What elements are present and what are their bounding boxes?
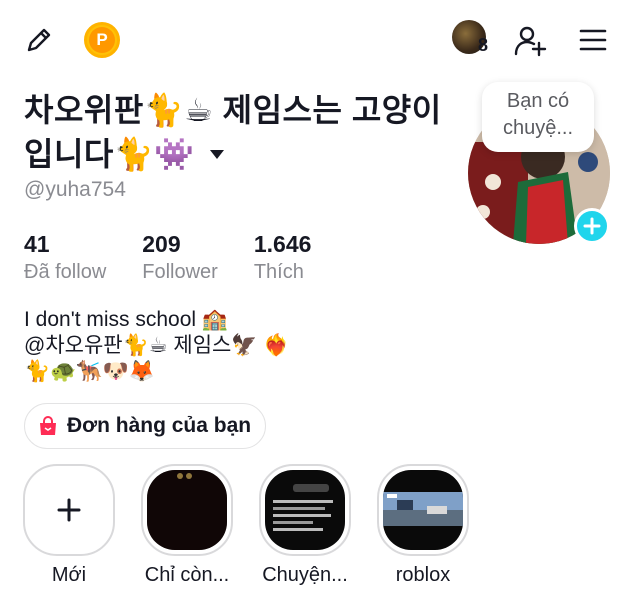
shopping-bag-icon (40, 416, 56, 435)
bio-line: 🐈🐢🐕‍🦺🐶🦊 (24, 360, 155, 383)
highlight-label: Chuyện... (262, 564, 348, 586)
add-friend-button[interactable] (514, 24, 548, 58)
stat-value: 1.646 (253, 231, 312, 257)
stat-label: Thích (253, 261, 304, 283)
stat-label: Follower (142, 261, 218, 283)
username: @yuha754 (24, 178, 126, 201)
highlight-thumbnail (383, 470, 463, 550)
your-orders-button[interactable]: Đơn hàng của bạn (24, 403, 267, 449)
highlight-cover-image (147, 470, 227, 550)
highlight-label: roblox (395, 564, 451, 586)
highlight-ring (377, 464, 469, 556)
highlight-thumbnail (265, 470, 345, 550)
profile-stats: 41 Đã follow 209 Follower 1.646 Thích (24, 230, 311, 286)
avatar-note-bubble[interactable]: Bạn có chuyệ... (482, 82, 594, 152)
highlight-item[interactable]: Chuyện... (258, 464, 352, 587)
story-highlights: Mới Chỉ còn... Chuyện... roblox (22, 464, 470, 587)
bio-line: I don't miss school 🏫 (24, 308, 229, 331)
hamburger-menu-icon (579, 29, 607, 51)
stat-followers[interactable]: 209 Follower (142, 230, 218, 286)
orders-label: Đơn hàng của bạn (67, 414, 252, 437)
bio-line: @차오유판🐈☕ 제임스🦅 ❤️‍🔥 (24, 334, 290, 357)
points-icon: P (89, 27, 115, 53)
stat-value: 41 (24, 231, 50, 257)
highlight-ring (23, 464, 115, 556)
add-story-button[interactable] (574, 208, 610, 244)
highlight-label: Chỉ còn... (144, 564, 230, 586)
highlight-item[interactable]: roblox (376, 464, 470, 587)
friends-count: 8 (478, 35, 489, 55)
plus-icon (583, 217, 601, 235)
stat-likes[interactable]: 1.646 Thích (254, 230, 312, 286)
display-name-line2: 입니다🐈👾 (24, 136, 195, 172)
stat-following[interactable]: 41 Đã follow (24, 230, 106, 286)
friends-button[interactable]: 8 (452, 20, 492, 60)
points-button[interactable]: P (84, 22, 120, 58)
highlight-label: Mới (51, 564, 87, 586)
highlight-new[interactable]: Mới (22, 464, 116, 587)
display-name-line1: 차오위판🐈☕ 제임스는 고양이 (24, 92, 442, 128)
plus-icon (57, 498, 81, 522)
account-switch-caret-icon[interactable] (203, 140, 231, 168)
highlight-cover-image (383, 492, 463, 526)
highlight-item[interactable]: Chỉ còn... (140, 464, 234, 587)
top-bar: P 8 (0, 0, 633, 80)
edit-profile-button[interactable] (24, 25, 54, 55)
highlight-thumbnail (147, 470, 227, 550)
highlight-cover-image (273, 484, 333, 531)
display-name: 차오위판🐈☕ 제임스는 고양이 입니다🐈👾 (24, 88, 464, 176)
highlight-ring (141, 464, 233, 556)
add-user-icon (514, 26, 547, 57)
pencil-icon (27, 28, 51, 52)
menu-button[interactable] (578, 25, 608, 55)
stat-value: 209 (142, 231, 181, 257)
bio: I don't miss school 🏫 @차오유판🐈☕ 제임스🦅 ❤️‍🔥 … (24, 307, 464, 385)
stat-label: Đã follow (24, 261, 107, 283)
highlight-ring (259, 464, 351, 556)
